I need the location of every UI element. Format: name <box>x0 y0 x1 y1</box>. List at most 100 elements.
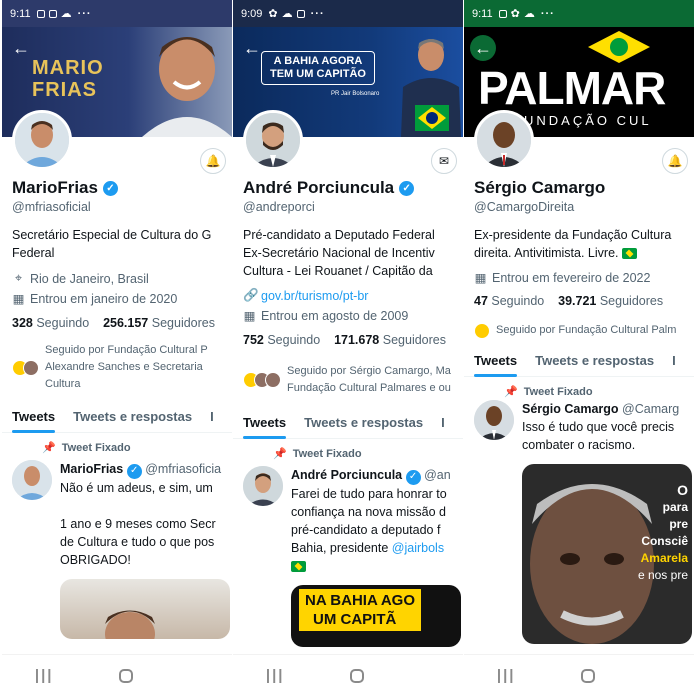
profile-avatar[interactable] <box>474 110 534 170</box>
brazil-flag-emoji <box>291 557 461 575</box>
follower-avatars <box>12 359 39 376</box>
followed-by-text: Seguido por Fundação Cultural P Alexandr… <box>45 342 208 393</box>
followers-label: Seguidores <box>599 294 664 308</box>
following-link[interactable]: 47 Seguindo <box>474 294 544 308</box>
status-bar: 9:09 ✿ ☁ ··· <box>233 0 463 27</box>
calendar-icon: ▦ <box>12 292 25 306</box>
profile-avatar[interactable] <box>12 110 72 170</box>
tweet-media[interactable]: NA BAHIA AGO UM CAPITÃ <box>291 584 461 647</box>
tweet[interactable]: Sérgio Camargo @Camarg Isso é tudo que v… <box>474 400 694 644</box>
tab-tweets-and-replies[interactable]: Tweets e respostas <box>304 411 423 438</box>
message-envelope-icon[interactable]: ✉ <box>431 148 457 174</box>
tweet-avatar[interactable] <box>12 460 52 500</box>
tab-tweets-and-replies[interactable]: Tweets e respostas <box>73 405 192 432</box>
recents-icon[interactable]: ||| <box>266 667 285 684</box>
media-line: para <box>662 500 688 514</box>
tweet-avatar[interactable] <box>474 400 514 440</box>
tweet-header: MarioFrias ✓ @mfriasoficia <box>60 460 230 479</box>
back-arrow-icon[interactable]: ← <box>8 35 34 61</box>
website-link[interactable]: gov.br/turismo/pt-br <box>261 289 368 303</box>
banner-title: MARIO FRIAS <box>32 57 104 101</box>
pinned-label: 📌 Tweet Fixado <box>474 385 694 399</box>
followers-link[interactable]: 256.157 Seguidores <box>103 316 215 330</box>
home-icon[interactable] <box>119 668 134 683</box>
tweet[interactable]: André Porciuncula ✓ @an Farei de tudo pa… <box>243 466 463 647</box>
tweet-media[interactable] <box>60 578 230 639</box>
tweet-mention[interactable]: @jairbols <box>392 541 444 555</box>
followed-by[interactable]: Seguido por Fundação Cultural Palm <box>474 322 694 339</box>
followers-count: 39.721 <box>558 294 597 308</box>
tweet-line: combater o racismo. <box>522 438 636 452</box>
tab-tweets[interactable]: Tweets <box>243 411 287 439</box>
media-line: Amarela <box>640 551 688 565</box>
tab-tweets[interactable]: Tweets <box>474 349 518 377</box>
profile-joined: ▦ Entrou em agosto de 2009 <box>243 308 463 324</box>
followed-by-line: Seguido por Sérgio Camargo, Ma <box>287 365 451 377</box>
profile-info: MarioFrias ✓ @mfriasoficial Secretário Es… <box>2 178 232 639</box>
home-icon[interactable] <box>350 668 365 683</box>
media-line: Consciê <box>641 534 688 548</box>
recents-icon[interactable]: ||| <box>35 667 54 684</box>
tweet-header: André Porciuncula ✓ @an <box>291 466 461 485</box>
followed-by-line: Seguido por Fundação Cultural Palm <box>496 324 677 336</box>
brazil-flag-emoji <box>621 248 637 260</box>
bio-line: Ex-presidente da Fundação Cultura <box>474 228 672 242</box>
notifications-bell-icon[interactable]: 🔔 <box>200 148 226 174</box>
tweet[interactable]: MarioFrias ✓ @mfriasoficia Não é um adeu… <box>12 460 232 639</box>
profile-bio: Pré-candidato a Deputado Federal Ex-Secr… <box>243 226 463 280</box>
followers-link[interactable]: 171.678 Seguidores <box>334 333 446 347</box>
profile-avatar[interactable] <box>243 110 303 170</box>
home-icon[interactable] <box>581 668 596 683</box>
brazil-diamond-logo <box>588 31 650 63</box>
notifications-bell-icon[interactable]: 🔔 <box>662 148 688 174</box>
profile-joined: ▦ Entrou em fevereiro de 2022 <box>474 270 694 286</box>
tweet-handle: @Camarg <box>622 402 680 416</box>
following-link[interactable]: 328 Seguindo <box>12 316 89 330</box>
follow-counts: 47 Seguindo 39.721 Seguidores <box>474 294 694 308</box>
tab-tweets[interactable]: Tweets <box>12 405 56 433</box>
profile-tabs: Tweets Tweets e respostas I <box>2 405 232 433</box>
media-text-box: NA BAHIA AGO UM CAPITÃ <box>299 588 421 631</box>
banner-line-2: FRIAS <box>32 79 97 101</box>
status-time: 9:11 <box>10 7 31 20</box>
joined-text: Entrou em agosto de 2009 <box>261 308 409 323</box>
followed-by[interactable]: Seguido por Fundação Cultural P Alexandr… <box>12 342 232 393</box>
followed-by[interactable]: Seguido por Sérgio Camargo, Ma Fundação … <box>243 363 463 397</box>
status-more-icon: ··· <box>310 7 325 20</box>
profile-handle: @CamargoDireita <box>474 200 575 214</box>
following-link[interactable]: 752 Seguindo <box>243 333 320 347</box>
tweet-line: Não é um adeus, e sim, um <box>60 480 213 495</box>
profile-tabs: Tweets Tweets e respostas I <box>233 411 463 439</box>
recents-icon[interactable]: ||| <box>497 667 516 684</box>
bio-line: Pré-candidato a Deputado Federal <box>243 228 435 242</box>
tab-tweets-and-replies[interactable]: Tweets e respostas <box>535 349 654 376</box>
media-line: e nos pre <box>637 568 688 582</box>
followed-by-line: Cultura <box>45 378 81 390</box>
following-label: Seguindo <box>267 333 321 347</box>
followers-count: 256.157 <box>103 316 149 330</box>
tweet-author: MarioFrias <box>60 462 124 476</box>
tweet-avatar[interactable] <box>243 466 283 506</box>
profile-panel-andre-porciuncula: 9:09 ✿ ☁ ··· ← A BAHIA AGORA TEM UM CAPIT… <box>233 0 463 696</box>
following-label: Seguindo <box>491 294 545 308</box>
followers-label: Seguidores <box>151 316 215 330</box>
tweet-line: confiança na nova missão d <box>291 504 446 519</box>
followers-link[interactable]: 39.721 Seguidores <box>558 294 663 308</box>
calendar-icon: ▦ <box>243 309 256 323</box>
followers-label: Seguidores <box>382 333 446 347</box>
tab-media[interactable]: I <box>672 349 676 376</box>
status-bar: 9:11 ☁ ··· <box>2 0 232 27</box>
banner-line-2: TEM UM CAPITÃO <box>270 68 366 80</box>
profile-website[interactable]: 🔗 gov.br/turismo/pt-br <box>243 288 463 303</box>
tab-media[interactable]: I <box>441 411 445 438</box>
back-arrow-icon[interactable]: ← <box>470 35 496 61</box>
follower-avatars <box>474 322 490 339</box>
bio-line: Federal <box>12 246 55 260</box>
calendar-icon: ▦ <box>474 271 487 285</box>
joined-text: Entrou em fevereiro de 2022 <box>492 270 651 285</box>
avatar-portrait <box>15 113 69 167</box>
following-label: Seguindo <box>36 316 90 330</box>
tweet-media[interactable]: O para pre Consciê Amarela e nos pre <box>522 464 692 644</box>
tab-media[interactable]: I <box>210 405 214 432</box>
tweet-handle: @mfriasoficia <box>145 462 222 476</box>
